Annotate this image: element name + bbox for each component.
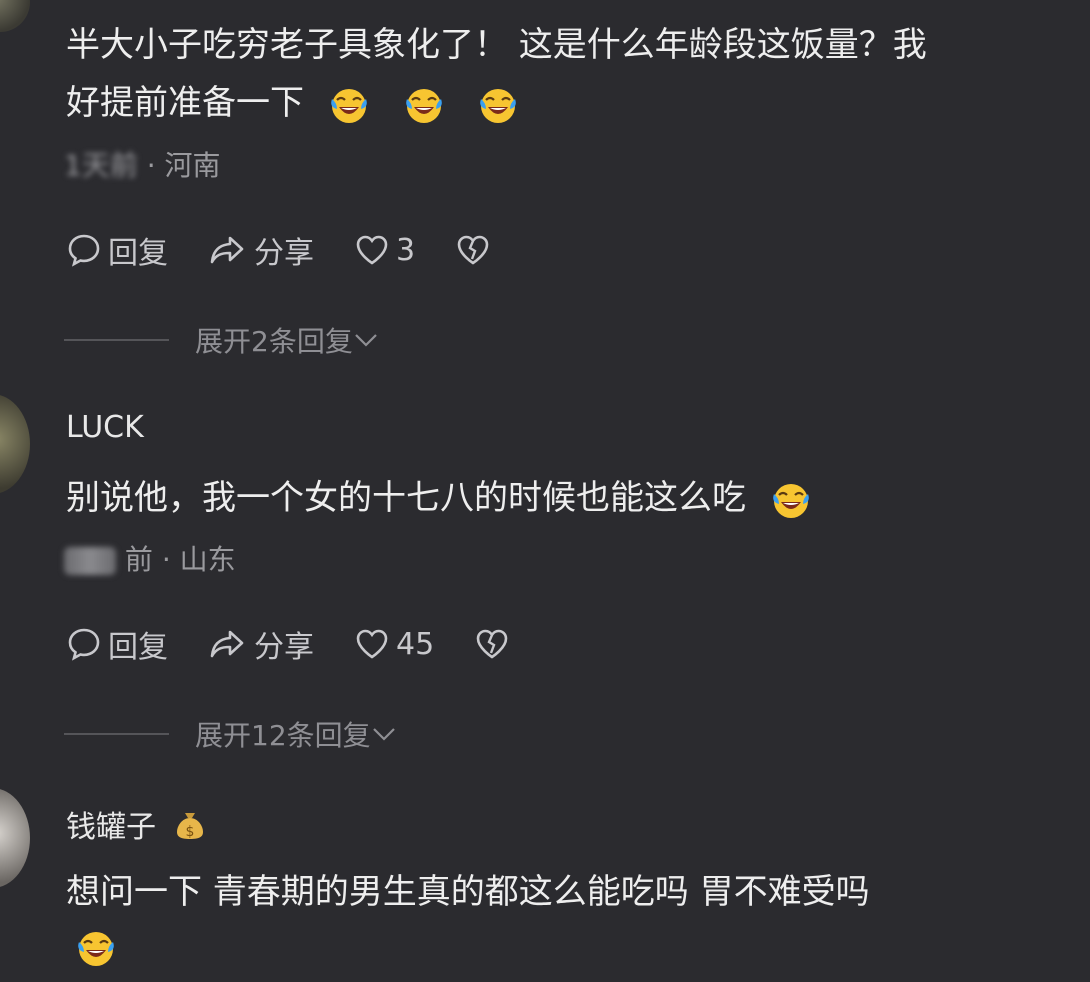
reply-label: 回复 [108,630,168,665]
avatar[interactable] [0,0,30,32]
laugh-cry-emoji-icon [771,480,811,520]
laugh-cry-emoji-icon [329,85,369,125]
like-count: 45 [396,626,435,662]
username-text: 钱罐子 [66,810,156,845]
laugh-cry-emoji-icon [478,85,518,125]
meta-separator: · [146,149,156,182]
reply-label: 回复 [108,236,168,271]
divider [64,339,169,341]
comment-text: 好提前准备一下 [66,75,518,131]
expand-replies-button[interactable]: 展开2条回复 [64,320,379,360]
comment-text: 半大小子吃穷老子具象化了！ 这是什么年龄段这饭量？我 [66,17,927,73]
reply-button[interactable]: 回复 [66,228,168,272]
comment-text-line: 想问一下 青春期的男生真的都这么能吃吗 胃不难受吗 [66,872,870,912]
meta-separator: · [161,543,171,576]
share-button[interactable]: 分享 [208,622,314,666]
comment-text-line: 好提前准备一下 [66,83,304,123]
comment-text: 想问一下 青春期的男生真的都这么能吃吗 胃不难受吗 [66,864,870,920]
blurred-timestamp [64,547,116,575]
share-arrow-icon [210,236,244,264]
avatar[interactable] [0,394,30,494]
heart-icon [356,235,388,265]
timestamp: 1天前 [64,149,138,182]
heart-icon [356,629,388,659]
laugh-cry-emoji-icon [76,928,116,968]
dislike-button[interactable] [455,232,497,268]
comment-emoji-line [62,928,116,968]
comment-meta: 1天前 · 河南 [64,144,221,184]
broken-heart-icon [457,235,489,265]
location: 河南 [164,149,221,182]
divider [64,733,169,735]
comment-actions: 回复 分享 3 [66,228,537,272]
share-label: 分享 [254,630,314,665]
comment-text-line: 半大小子吃穷老子具象化了！ 这是什么年龄段这饭量？我 [66,25,927,65]
broken-heart-icon [476,629,508,659]
comment-bubble-icon [68,628,100,661]
chevron-down-icon [355,334,377,347]
expand-label: 展开12条回复 [195,719,371,752]
laugh-cry-emoji-icon [404,85,444,125]
chevron-down-icon [372,728,395,741]
comment-bubble-icon [68,234,100,267]
share-button[interactable]: 分享 [208,228,314,272]
money-bag-icon: $ [176,813,203,840]
like-count: 3 [396,232,416,268]
timestamp-suffix: 前 [124,543,153,576]
like-button[interactable]: 45 [354,626,434,662]
username[interactable]: 钱罐子 $ [66,802,208,846]
comment-meta: 前 · 山东 [64,538,236,578]
dislike-button[interactable] [474,626,516,662]
share-arrow-icon [210,630,244,658]
comment-actions: 回复 分享 45 [66,622,556,666]
comment-text-line: 别说他，我一个女的十七八的时候也能这么吃 [66,478,746,518]
expand-replies-button[interactable]: 展开12条回复 [64,714,397,754]
comment-text: 别说他，我一个女的十七八的时候也能这么吃 [66,470,811,526]
svg-text:$: $ [185,824,194,840]
expand-label: 展开2条回复 [195,325,353,358]
like-button[interactable]: 3 [354,232,415,268]
avatar[interactable] [0,788,30,888]
reply-button[interactable]: 回复 [66,622,168,666]
username[interactable]: LUCK [66,410,144,445]
location: 山东 [179,543,236,576]
share-label: 分享 [254,236,314,271]
